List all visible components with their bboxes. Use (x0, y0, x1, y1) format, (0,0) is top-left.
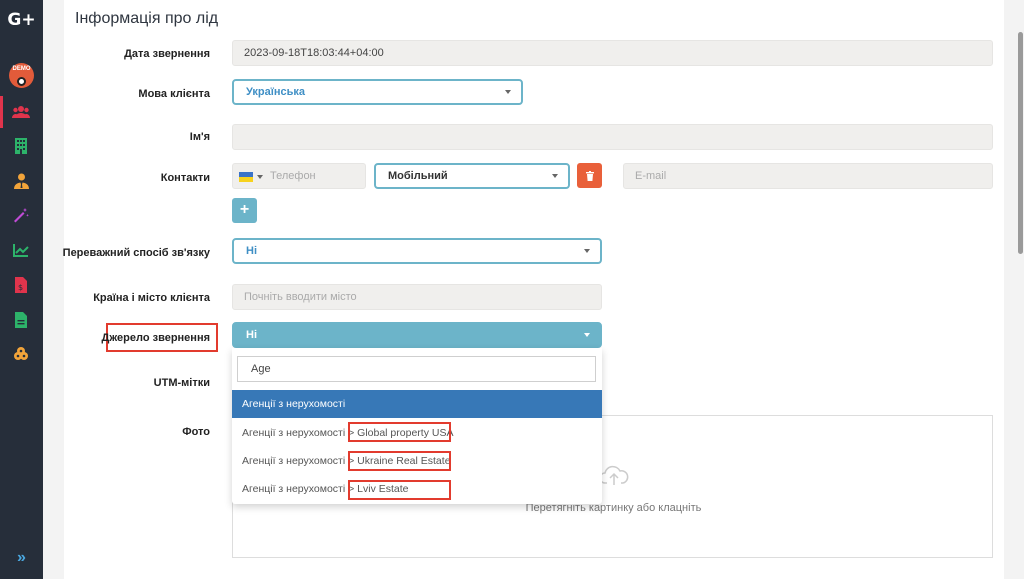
add-contact-button[interactable]: + (232, 198, 257, 223)
annotation-box (348, 480, 451, 500)
annotation-box (348, 451, 451, 471)
photo-label: Фото (182, 426, 210, 438)
phone-field[interactable]: Телефон (232, 163, 366, 189)
demo-badge-label: DEMO (12, 66, 31, 72)
page-title: Інформація про лід (75, 10, 219, 27)
cookie-icon[interactable] (11, 344, 31, 364)
name-label: Ім'я (189, 131, 210, 143)
delete-contact-button[interactable] (577, 163, 602, 188)
date-field: 2023-09-18T18:03:44+04:00 (232, 40, 993, 66)
phone-type-select[interactable]: Мобільний (374, 163, 570, 189)
language-select[interactable]: Українська (232, 79, 523, 105)
contacts-label: Контакти (160, 172, 210, 184)
dropdown-search-input[interactable]: Age (237, 356, 596, 382)
svg-text:$: $ (18, 283, 23, 292)
phone-type-value: Мобільний (388, 170, 448, 182)
chevron-down-icon (257, 175, 263, 179)
demo-avatar[interactable]: DEMO (9, 63, 34, 88)
chevron-down-icon (552, 174, 558, 178)
chevron-down-icon (505, 90, 511, 94)
language-select-value: Українська (246, 86, 306, 98)
eye-icon (17, 77, 26, 86)
preferred-contact-label: Переважний спосіб зв'язку (62, 247, 210, 259)
app-logo[interactable]: G+ (0, 10, 43, 30)
ukraine-flag-icon[interactable] (239, 172, 253, 182)
utm-label: UTM-мітки (153, 377, 210, 389)
active-nav-indicator (0, 96, 3, 128)
phone-placeholder: Телефон (270, 170, 316, 182)
city-input[interactable]: Почніть вводити місто (232, 284, 602, 310)
annotation-box (348, 422, 451, 442)
option-prefix: Агенції з нерухомості > (242, 483, 355, 495)
option-text: Агенції з нерухомості (242, 398, 346, 410)
scrollbar-thumb[interactable] (1018, 32, 1023, 254)
option-prefix: Агенції з нерухомості > (242, 455, 355, 467)
country-city-label: Країна і місто клієнта (93, 292, 210, 304)
trash-icon (585, 170, 594, 181)
name-field[interactable] (232, 124, 993, 150)
magic-wand-icon[interactable] (11, 205, 31, 225)
dropdown-option[interactable]: Агенції з нерухомості (232, 390, 602, 418)
users-icon[interactable] (11, 102, 31, 122)
chevron-down-icon (584, 333, 590, 337)
sidebar: G+ DEMO $ » (0, 0, 43, 579)
source-label: Джерело звернення (101, 332, 210, 344)
language-label: Мова клієнта (138, 88, 210, 100)
file-text-icon[interactable] (11, 310, 31, 330)
option-prefix: Агенції з нерухомості > (242, 427, 355, 439)
cloud-upload-icon (599, 465, 629, 485)
expand-sidebar-button[interactable]: » (0, 549, 43, 571)
date-label: Дата звернення (124, 48, 210, 60)
email-field[interactable]: E-mail (623, 163, 993, 189)
source-select-value: Ні (246, 329, 257, 341)
preferred-contact-select[interactable]: Ні (232, 238, 602, 264)
chevron-down-icon (584, 249, 590, 253)
source-select[interactable]: Ні (232, 322, 602, 348)
preferred-contact-value: Ні (246, 245, 257, 257)
